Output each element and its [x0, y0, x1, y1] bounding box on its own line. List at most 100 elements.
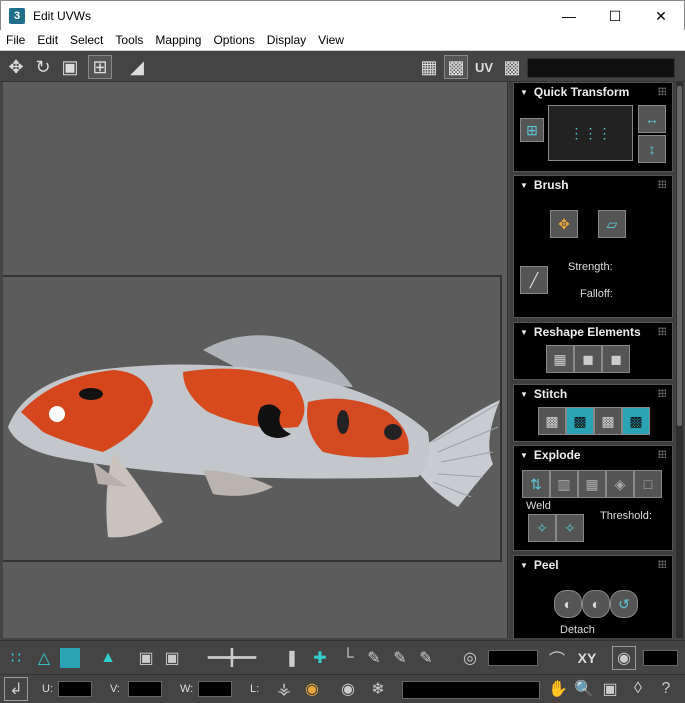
checker-settings-icon[interactable]: ▩ — [500, 55, 524, 79]
w-label: W: — [180, 683, 194, 695]
hide-icon[interactable]: ◉ — [336, 677, 360, 701]
rollout-title: Explode — [533, 448, 581, 462]
relax-until-flat-button[interactable]: ◼ — [574, 345, 602, 373]
absolute-offset-icon[interactable]: ↲ — [4, 677, 28, 701]
filter-field[interactable] — [402, 681, 540, 699]
grip-icon[interactable] — [658, 87, 666, 95]
help-icon[interactable]: ? — [654, 677, 678, 701]
zoom-extents-icon[interactable]: ◊ — [626, 677, 650, 701]
xy-label[interactable]: XY — [578, 650, 597, 666]
collapse-arrow-icon[interactable]: ▼ — [520, 557, 528, 575]
menu-view[interactable]: View — [312, 30, 350, 51]
scroll-thumb[interactable] — [677, 86, 682, 426]
freeform-icon[interactable]: ⊞ — [88, 55, 112, 79]
quick-peel-button[interactable]: ◐ — [554, 590, 582, 618]
stitch-to-average-button[interactable]: ▩ — [566, 407, 594, 435]
shrink-selection-icon[interactable]: ▣ — [160, 646, 184, 670]
pin-icon[interactable]: ❚ — [280, 646, 304, 670]
face-select-icon[interactable] — [60, 648, 80, 668]
checker-pattern-icon[interactable]: ▦ — [417, 55, 441, 79]
flatten-by-smoothing-button[interactable]: ▥ — [550, 470, 578, 498]
show-hidden-icon[interactable]: ◉ — [300, 677, 324, 701]
falloff-distance-field[interactable] — [643, 650, 678, 666]
freeform-gizmo-button[interactable]: ⊞ — [520, 118, 544, 142]
pin-add-icon[interactable]: ✚ — [308, 646, 332, 670]
relax-button[interactable]: ◼ — [602, 345, 630, 373]
w-field[interactable] — [198, 681, 232, 697]
paint-select-grow-icon[interactable]: ✎ — [388, 646, 412, 670]
texture-checker-icon[interactable]: ▩ — [444, 55, 468, 79]
collapse-arrow-icon[interactable]: ▼ — [520, 177, 528, 195]
peel-mode-button[interactable]: ◐ — [582, 590, 610, 618]
vertex-select-icon[interactable]: ∷ — [4, 646, 28, 670]
menu-edit[interactable]: Edit — [31, 30, 64, 51]
menu-mapping[interactable]: Mapping — [149, 30, 207, 51]
menu-file[interactable]: File — [0, 30, 31, 51]
texture-dropdown[interactable] — [527, 58, 675, 78]
grip-icon[interactable] — [658, 327, 666, 335]
loop-ring-icons[interactable]: ━━╋━━ — [192, 646, 272, 670]
space-vertical-button[interactable]: ↕ — [638, 135, 666, 163]
maximize-button[interactable]: ☐ — [592, 1, 638, 31]
uv-viewport[interactable] — [3, 82, 508, 638]
transform-toolbar: ↲ U: V: W: L: ⚶ ◉ ◉ ❄ ✋ 🔍 ▣ ◊ ? — [0, 674, 685, 703]
brush-falloff-type-button[interactable]: ╱ — [520, 266, 548, 294]
soft-select-field[interactable] — [488, 650, 538, 666]
edge-select-icon[interactable]: △ — [32, 646, 56, 670]
detach-label: Detach — [560, 624, 595, 636]
u-field[interactable] — [58, 681, 92, 697]
world-space-icon[interactable]: ◉ — [612, 646, 636, 670]
zoom-region-icon[interactable]: ▣ — [598, 677, 622, 701]
paint-select-shrink-icon[interactable]: ✎ — [414, 646, 438, 670]
freeze-icon[interactable]: ❄ — [366, 677, 390, 701]
stitch-custom-button[interactable]: ▩ — [538, 407, 566, 435]
falloff-curve-icon[interactable]: ⌒ — [545, 646, 569, 670]
pan-icon[interactable]: ✋ — [546, 677, 570, 701]
grip-icon[interactable] — [658, 450, 666, 458]
space-horizontal-button[interactable]: ↔ — [638, 105, 666, 133]
panel-scrollbar[interactable] — [676, 82, 683, 638]
minimize-button[interactable]: — — [546, 1, 592, 31]
grow-selection-icon[interactable]: ▣ — [134, 646, 158, 670]
straighten-button[interactable]: ▦ — [546, 345, 574, 373]
paint-select-icon[interactable]: ✎ — [362, 646, 386, 670]
relax-brush-button[interactable]: ▱ — [598, 210, 626, 238]
menu-options[interactable]: Options — [207, 30, 260, 51]
collapse-arrow-icon[interactable]: ▼ — [520, 324, 528, 342]
collapse-arrow-icon[interactable]: ▼ — [520, 84, 528, 102]
explode-to-islands-button[interactable]: ⇅ — [522, 470, 550, 498]
menu-display[interactable]: Display — [261, 30, 312, 51]
mirror-icon[interactable]: ◢ — [125, 55, 149, 79]
weld-selected-button[interactable]: ✧ — [528, 514, 556, 542]
grip-icon[interactable] — [658, 389, 666, 397]
unpin-icon[interactable]: └ — [336, 646, 360, 670]
collapse-arrow-icon[interactable]: ▼ — [520, 386, 528, 404]
break-button[interactable]: □ — [634, 470, 662, 498]
rotate-icon[interactable]: ↻ — [31, 55, 55, 79]
weld-all-button[interactable]: ✧ — [556, 514, 584, 542]
stitch-to-target-button[interactable]: ▩ — [622, 407, 650, 435]
close-button[interactable]: ✕ — [638, 1, 684, 31]
collapse-arrow-icon[interactable]: ▼ — [520, 447, 528, 465]
title-bar: 3 Edit UVWs — ☐ ✕ — [0, 0, 685, 30]
flatten-by-material-button[interactable]: ▦ — [578, 470, 606, 498]
v-field[interactable] — [128, 681, 162, 697]
uv-label[interactable]: UV — [475, 60, 493, 75]
element-select-icon[interactable]: ▲ — [96, 646, 120, 670]
flatten-by-polygon-button[interactable]: ◈ — [606, 470, 634, 498]
grip-icon[interactable] — [658, 560, 666, 568]
paint-move-button[interactable]: ✥ — [550, 210, 578, 238]
menu-tools[interactable]: Tools — [109, 30, 149, 51]
soft-select-icon[interactable]: ◎ — [458, 646, 482, 670]
grip-icon[interactable] — [658, 180, 666, 188]
menu-select[interactable]: Select — [64, 30, 109, 51]
align-tools-group[interactable]: ⋮⋮⋮ — [548, 105, 633, 161]
scale-icon[interactable]: ▣ — [58, 55, 82, 79]
stitch-to-source-button[interactable]: ▩ — [594, 407, 622, 435]
rollout-title: Peel — [533, 558, 559, 572]
move-icon[interactable]: ✥ — [4, 55, 28, 79]
lock-icon[interactable]: ⚶ — [272, 677, 296, 701]
reset-peel-button[interactable]: ↺ — [610, 590, 638, 618]
rollout-explode: ▼ Explode ⇅ ▥ ▦ ◈ □ Weld ✧ ✧ Threshold: — [513, 445, 673, 551]
zoom-icon[interactable]: 🔍 — [572, 677, 596, 701]
